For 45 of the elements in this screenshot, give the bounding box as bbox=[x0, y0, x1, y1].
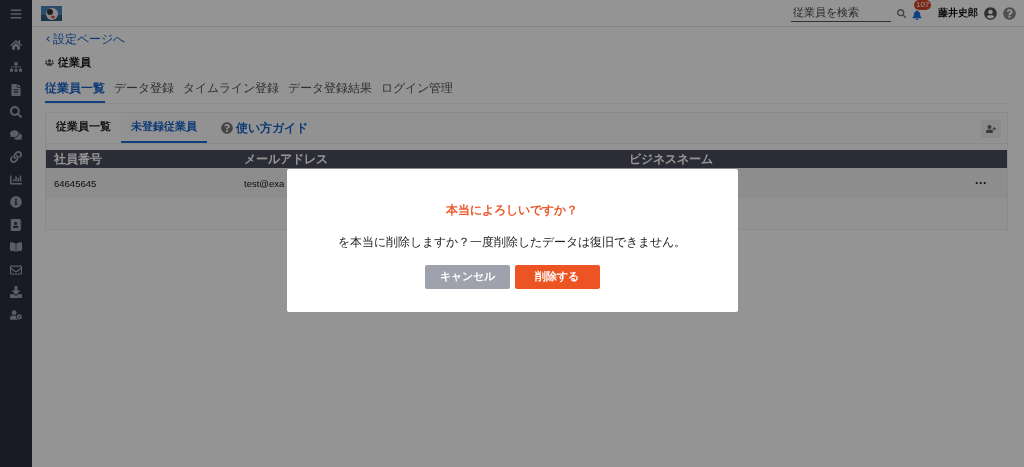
page-title: 従業員 bbox=[58, 54, 91, 70]
avatar-icon[interactable] bbox=[984, 6, 997, 20]
column-header: 社員番号 bbox=[53, 152, 103, 166]
tab[interactable]: 従業員一覧 bbox=[45, 79, 105, 103]
tab[interactable]: データ登録 bbox=[114, 79, 174, 103]
document-icon[interactable] bbox=[10, 83, 22, 96]
envelope-icon[interactable] bbox=[10, 263, 22, 276]
bell-icon[interactable] bbox=[912, 10, 922, 20]
tab[interactable]: タイムライン登録 bbox=[183, 79, 279, 103]
bar-chart-icon[interactable] bbox=[10, 173, 22, 186]
help-icon bbox=[221, 122, 233, 134]
dialog-title: 本当によろしいですか？ bbox=[446, 202, 578, 219]
subtab[interactable]: 未登録従業員 bbox=[121, 113, 207, 143]
table-cell-text: test@exa bbox=[243, 177, 286, 189]
dialog-message: を本当に削除しますか？一度削除したデータは復旧できません。 bbox=[338, 234, 686, 251]
users-icon bbox=[45, 57, 54, 67]
search-field[interactable]: 従業員を検索 bbox=[791, 4, 891, 22]
chevron-left-icon bbox=[45, 36, 51, 42]
notification-badge: 107 bbox=[914, 0, 932, 10]
guide-link[interactable]: 使い方ガイド bbox=[221, 113, 308, 143]
chat-icon[interactable] bbox=[10, 128, 22, 141]
add-user-icon bbox=[986, 124, 996, 134]
back-link[interactable]: 設定ページへ bbox=[45, 33, 1008, 45]
delete-button[interactable]: 削除する bbox=[514, 265, 600, 289]
search-icon[interactable] bbox=[10, 106, 22, 118]
help-icon[interactable] bbox=[1003, 6, 1016, 20]
user-name[interactable]: 藤井史郎 bbox=[938, 6, 978, 20]
link-icon[interactable] bbox=[10, 151, 22, 163]
home-icon[interactable] bbox=[10, 38, 22, 51]
column-header: メールアドレス bbox=[243, 152, 329, 166]
cancel-button[interactable]: キャンセル bbox=[424, 265, 510, 289]
sitemap-icon[interactable] bbox=[10, 61, 22, 73]
menu-icon[interactable] bbox=[10, 8, 22, 20]
user-gear-icon[interactable] bbox=[10, 308, 22, 321]
table-cell-text: 64645645 bbox=[53, 177, 98, 189]
tab[interactable]: ログイン管理 bbox=[381, 79, 453, 103]
row-menu[interactable]: ··· bbox=[967, 176, 1007, 190]
info-icon[interactable] bbox=[10, 196, 22, 208]
tab[interactable]: データ登録結果 bbox=[288, 79, 372, 103]
contact-book-icon[interactable] bbox=[10, 218, 22, 231]
download-icon[interactable] bbox=[10, 286, 22, 298]
add-user-button[interactable] bbox=[981, 120, 1001, 138]
search-icon[interactable] bbox=[897, 8, 906, 18]
column-header: ビジネスネーム bbox=[628, 152, 714, 166]
book-icon[interactable] bbox=[10, 241, 22, 253]
